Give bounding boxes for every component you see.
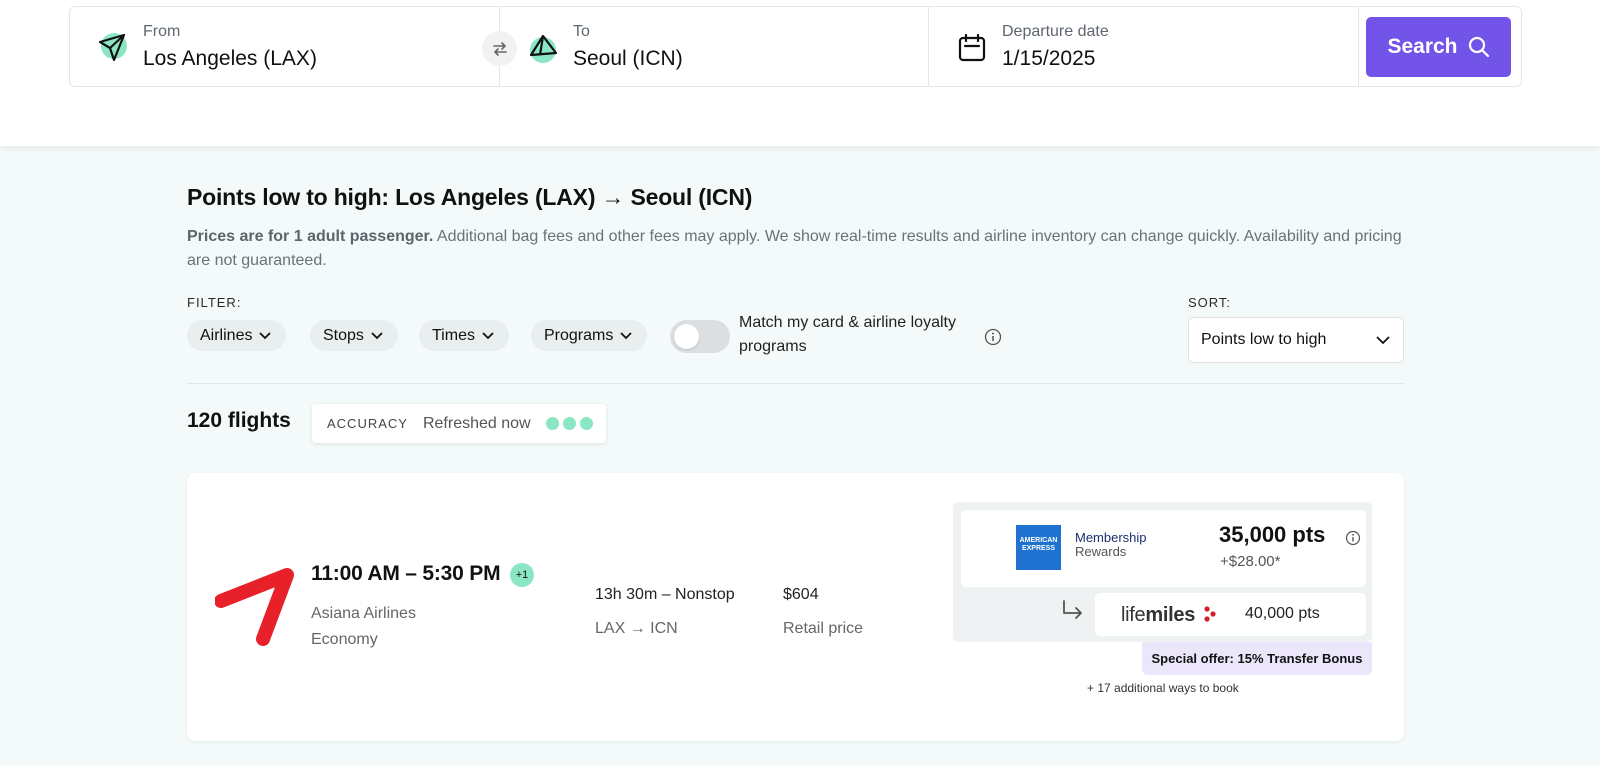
- accuracy-label: ACCURACY: [327, 416, 408, 431]
- points-offer[interactable]: AMERICAN EXPRESS Membership Rewards 35,0…: [953, 502, 1372, 642]
- lifemiles-logo: lifemiles: [1121, 604, 1195, 627]
- lifemiles-dots-icon: [1204, 606, 1216, 622]
- airline-info: Asiana Airlines Economy: [311, 601, 416, 653]
- day-offset-badge: +1: [510, 563, 534, 587]
- from-field[interactable]: From Los Angeles (LAX): [70, 7, 517, 86]
- filter-stops-label: Stops: [323, 326, 364, 344]
- accuracy-status: Refreshed now: [422, 414, 531, 432]
- sort-selected-value: Points low to high: [1201, 331, 1327, 348]
- loyalty-match-toggle[interactable]: [670, 320, 730, 353]
- info-icon[interactable]: [984, 328, 1002, 346]
- accuracy-dot: [545, 417, 559, 430]
- departure-date-field[interactable]: Departure date 1/15/2025: [929, 7, 1359, 86]
- to-field[interactable]: To Seoul (ICN): [500, 7, 929, 86]
- flight-route: LAX → ICN: [595, 620, 678, 637]
- points-cost: 35,000 pts: [1219, 522, 1326, 547]
- partner-points: 40,000 pts: [1245, 605, 1320, 622]
- results-title: Points low to high: Los Angeles (LAX) → …: [187, 184, 753, 210]
- section-divider: [187, 383, 1404, 384]
- info-icon[interactable]: [1345, 530, 1361, 546]
- arrival-plane-icon: [529, 34, 558, 63]
- chevron-down-icon: [482, 331, 494, 339]
- filter-label: FILTER:: [187, 295, 242, 310]
- departure-date-label: Departure date: [1002, 23, 1109, 40]
- additional-ways-link[interactable]: + 17 additional ways to book: [1087, 681, 1239, 695]
- transfer-partner: lifemiles 40,000 pts: [1095, 593, 1366, 636]
- airline-name: Asiana Airlines: [311, 605, 416, 622]
- flight-duration: 13h 30m – Nonstop: [595, 586, 735, 603]
- departure-plane-icon: [98, 33, 127, 62]
- cabin-class: Economy: [311, 631, 378, 648]
- calendar-icon: [958, 33, 986, 62]
- toggle-knob: [674, 324, 699, 349]
- filter-times-label: Times: [432, 326, 475, 344]
- flight-result-card[interactable]: 11:00 AM – 5:30 PM +1 Asiana Airlines Ec…: [187, 473, 1404, 741]
- accuracy-dot: [562, 417, 576, 430]
- search-icon: [1468, 36, 1489, 58]
- search-header: From Los Angeles (LAX) To Seoul (ICN) De…: [0, 0, 1600, 146]
- asiana-airlines-logo: [215, 568, 294, 646]
- flight-search-bar: From Los Angeles (LAX) To Seoul (ICN) De…: [69, 6, 1522, 87]
- chevron-down-icon: [1376, 336, 1390, 345]
- loyalty-match-label: Match my card & airline loyalty programs: [739, 314, 956, 355]
- accuracy-dots: [545, 417, 593, 430]
- duration-info: 13h 30m – Nonstop LAX → ICN: [595, 578, 735, 646]
- chevron-down-icon: [371, 331, 383, 339]
- taxes-fees: +$28.00*: [1220, 553, 1281, 570]
- departure-date-value[interactable]: 1/15/2025: [1002, 47, 1109, 71]
- filter-times[interactable]: Times: [419, 320, 509, 351]
- sort-select[interactable]: Points low to high: [1188, 317, 1404, 363]
- chevron-down-icon: [620, 331, 632, 339]
- accuracy-indicator: ACCURACY Refreshed now: [312, 404, 606, 443]
- lifemiles-logo-pre: life: [1121, 604, 1146, 626]
- filter-programs[interactable]: Programs: [531, 320, 648, 351]
- to-label: To: [573, 23, 590, 40]
- filter-airlines[interactable]: Airlines: [187, 320, 287, 351]
- transfer-arrow-icon: [1063, 600, 1082, 619]
- program-name: Membership Rewards: [1075, 531, 1147, 559]
- program-name-line2: Rewards: [1075, 544, 1127, 559]
- amex-logo: AMERICAN EXPRESS: [1016, 525, 1061, 570]
- lifemiles-logo-bold: miles: [1145, 604, 1196, 626]
- accuracy-dot: [579, 417, 593, 430]
- filter-programs-label: Programs: [544, 326, 614, 344]
- flight-times: 11:00 AM – 5:30 PM: [311, 562, 501, 585]
- swap-airports-button[interactable]: [482, 31, 517, 66]
- search-button-label: Search: [1387, 35, 1458, 58]
- from-label: From: [143, 23, 181, 40]
- program-name-line1: Membership: [1075, 530, 1147, 545]
- sort-label: SORT:: [1188, 295, 1232, 310]
- filter-airlines-label: Airlines: [200, 326, 253, 344]
- retail-price-label: Retail price: [783, 620, 864, 637]
- from-value[interactable]: Los Angeles (LAX): [143, 47, 317, 71]
- flight-count: 120 flights: [187, 409, 291, 432]
- pricing-notice: Prices are for 1 adult passenger. Additi…: [187, 225, 1402, 273]
- transfer-source: AMERICAN EXPRESS Membership Rewards 35,0…: [961, 510, 1366, 587]
- special-offer-badge: Special offer: 15% Transfer Bonus: [1142, 642, 1372, 675]
- swap-arrows-icon: [492, 41, 507, 56]
- retail-price-info: $604 Retail price: [783, 578, 863, 646]
- retail-price: $604: [783, 586, 819, 603]
- search-button[interactable]: Search: [1366, 17, 1511, 77]
- to-value[interactable]: Seoul (ICN): [573, 47, 683, 71]
- notice-bold: Prices are for 1 adult passenger.: [187, 228, 434, 245]
- filter-stops[interactable]: Stops: [310, 320, 398, 351]
- chevron-down-icon: [259, 331, 272, 339]
